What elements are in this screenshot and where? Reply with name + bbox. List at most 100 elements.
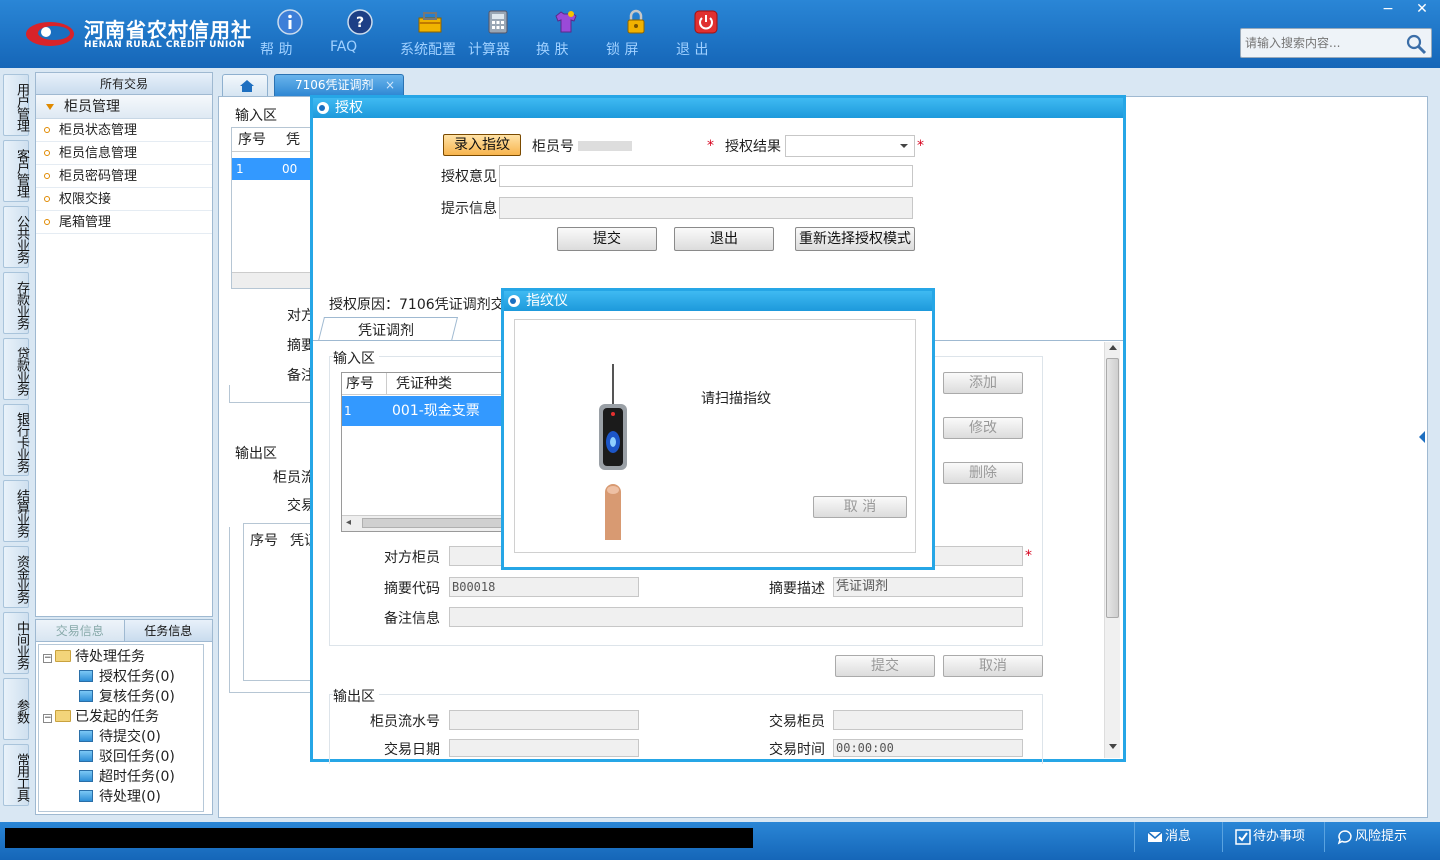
hint-input xyxy=(499,197,913,219)
modify-button[interactable]: 修改 xyxy=(943,417,1023,439)
tree-node-rejected[interactable]: 驳回任务(0) xyxy=(79,747,175,767)
scroll-down-icon[interactable] xyxy=(1109,744,1117,749)
toolbox-icon xyxy=(418,12,442,33)
voucher-table-scrollbar[interactable]: ◂ xyxy=(342,515,504,531)
tree-node-auth-tasks[interactable]: 授权任务(0) xyxy=(79,667,175,687)
system-config-button[interactable]: 系统配置 xyxy=(400,8,460,62)
vtab-loan[interactable]: 贷款业务 xyxy=(3,338,29,400)
lock-screen-button[interactable]: 锁 屏 xyxy=(606,8,666,62)
bullet-icon xyxy=(44,219,50,225)
menu-group-teller-mgmt[interactable]: 柜员管理 xyxy=(36,95,212,119)
vtab-user-mgmt[interactable]: 用户管理 xyxy=(3,74,29,136)
auth-result-label: 授权结果 xyxy=(725,139,781,155)
skin-button[interactable]: 换 肤 xyxy=(536,8,596,62)
tree-node-to-submit[interactable]: 待提交(0) xyxy=(79,727,161,747)
auth-submit-button[interactable]: 提交 xyxy=(557,227,657,251)
scroll-up-icon[interactable] xyxy=(1109,345,1117,350)
power-icon xyxy=(694,10,718,34)
search-input[interactable] xyxy=(1245,33,1405,53)
cancel-button[interactable]: 取消 xyxy=(943,655,1043,677)
auth-opinion-input[interactable] xyxy=(499,165,913,187)
bg-input-area-label: 输入区 xyxy=(235,108,277,124)
required-mark: * xyxy=(1025,548,1032,564)
vtab-common-tools[interactable]: 常用工具 xyxy=(3,744,29,806)
task-icon xyxy=(79,670,93,682)
exit-button[interactable]: 退 出 xyxy=(676,8,736,62)
lock-icon xyxy=(627,9,645,34)
messages-button[interactable]: 消息 xyxy=(1134,822,1222,852)
logo-text-cn: 河南省农村信用社 xyxy=(84,18,252,42)
teller-no-input[interactable] xyxy=(575,136,705,156)
risk-alert-button[interactable]: 风险提示 xyxy=(1324,822,1434,852)
fingerprint-cancel-button[interactable]: 取 消 xyxy=(813,496,907,518)
close-tab-icon[interactable]: × xyxy=(385,75,395,96)
tree-node-initiated[interactable]: − 已发起的任务 xyxy=(43,707,159,727)
vtab-customer-mgmt[interactable]: 客户管理 xyxy=(3,140,29,202)
scroll-thumb[interactable] xyxy=(1106,358,1119,618)
search-box[interactable] xyxy=(1240,28,1432,58)
delete-button[interactable]: 删除 xyxy=(943,462,1023,484)
voucher-table-row[interactable]: 1 001-现金支票 xyxy=(342,396,504,426)
menu-item-teller-password[interactable]: 柜员密码管理 xyxy=(36,165,212,188)
menu-item-teller-info[interactable]: 柜员信息管理 xyxy=(36,142,212,165)
todo-button[interactable]: 待办事项 xyxy=(1222,822,1324,852)
tab-home[interactable] xyxy=(222,74,268,96)
tab-voucher-adjust[interactable]: 7106凭证调剂 × xyxy=(274,74,404,96)
tree-node-review-tasks[interactable]: 复核任务(0) xyxy=(79,687,175,707)
summary-desc-label: 摘要描述 xyxy=(769,581,825,597)
remark-input[interactable] xyxy=(449,607,1023,627)
required-mark: * xyxy=(707,138,714,154)
subtab-voucher-adjust[interactable]: 凭证调剂 xyxy=(358,320,414,340)
close-window-button[interactable]: ✕ xyxy=(1408,0,1436,18)
summary-desc-input[interactable]: 凭证调剂 xyxy=(833,577,1023,597)
vtab-parameters[interactable]: 参数 xyxy=(3,678,29,740)
fingerprint-dialog-title: 指纹仪 xyxy=(504,291,932,311)
trade-teller-label: 交易柜员 xyxy=(769,714,825,730)
minimize-button[interactable]: − xyxy=(1374,0,1402,18)
bg-teller-flow-label: 柜员流 xyxy=(273,470,315,486)
task-icon xyxy=(79,690,93,702)
task-panel: 交易信息 任务信息 − 待处理任务 授权任务(0) 复核任务(0) − 已发起的任务… xyxy=(35,619,213,815)
summary-code-input[interactable]: B00018 xyxy=(449,577,639,597)
tree-node-timeout[interactable]: 超时任务(0) xyxy=(79,767,175,787)
tree-node-to-process[interactable]: 待处理(0) xyxy=(79,787,161,807)
vtab-bank-card[interactable]: 银行卡业务 xyxy=(3,404,29,476)
bg-table-row-selected[interactable]: 1 00 xyxy=(232,158,312,180)
submit-button[interactable]: 提交 xyxy=(835,655,935,677)
vtab-deposit[interactable]: 存款业务 xyxy=(3,272,29,334)
vtab-settlement[interactable]: 结算业务 xyxy=(3,480,29,542)
tab-trade-info[interactable]: 交易信息 xyxy=(36,620,124,641)
help-button[interactable]: 帮 助 xyxy=(260,8,320,62)
vtab-intermediary[interactable]: 中间业务 xyxy=(3,612,29,674)
document-tabs: 7106凭证调剂 × xyxy=(218,72,1428,96)
calculator-button[interactable]: 计算器 xyxy=(468,8,528,62)
module-tabs: 用户管理 客户管理 公共业务 存款业务 贷款业务 银行卡业务 结算业务 资金业务… xyxy=(0,70,32,820)
bg-output-frame xyxy=(229,527,313,693)
reselect-auth-mode-button[interactable]: 重新选择授权模式 xyxy=(795,227,915,251)
bg-table-scrollbar[interactable] xyxy=(232,272,312,288)
folder-icon xyxy=(55,710,71,722)
collapse-arrow-icon[interactable] xyxy=(1419,431,1425,443)
task-tree: − 待处理任务 授权任务(0) 复核任务(0) − 已发起的任务 待提交(0) 驳回… xyxy=(38,644,204,812)
vtab-public-business[interactable]: 公共业务 xyxy=(3,206,29,268)
teller-flow-input xyxy=(449,710,639,730)
vtab-funds[interactable]: 资金业务 xyxy=(3,546,29,608)
tree-node-pending[interactable]: − 待处理任务 xyxy=(43,647,145,667)
menu-item-teller-status[interactable]: 柜员状态管理 xyxy=(36,119,212,142)
faq-button[interactable]: ? FAQ xyxy=(330,8,390,62)
enroll-fingerprint-button[interactable]: 录入指纹 xyxy=(443,134,521,156)
info-icon xyxy=(277,9,303,35)
voucher-table-header: 序号 凭证种类 xyxy=(342,373,504,395)
add-button[interactable]: 添加 xyxy=(943,372,1023,394)
search-icon[interactable] xyxy=(1405,33,1427,55)
auth-exit-button[interactable]: 退出 xyxy=(674,227,774,251)
mail-icon xyxy=(1147,831,1163,842)
checkbox-icon xyxy=(1235,829,1251,845)
hint-label: 提示信息 xyxy=(441,201,497,217)
menu-item-tail-box[interactable]: 尾箱管理 xyxy=(36,211,212,234)
trade-time-label: 交易时间 xyxy=(769,742,825,758)
menu-item-permission-handover[interactable]: 权限交接 xyxy=(36,188,212,211)
dialog-scrollbar[interactable] xyxy=(1104,342,1120,758)
auth-result-select[interactable] xyxy=(785,135,915,157)
tab-task-info[interactable]: 任务信息 xyxy=(123,620,212,641)
